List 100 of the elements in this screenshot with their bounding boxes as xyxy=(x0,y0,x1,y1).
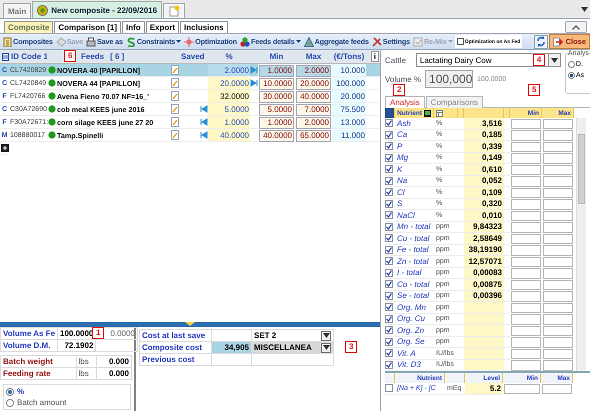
max-field[interactable] xyxy=(543,153,573,164)
tab[interactable]: Info xyxy=(122,21,145,33)
min-field[interactable] xyxy=(511,130,541,140)
min-field[interactable] xyxy=(511,302,541,313)
checkbox[interactable] xyxy=(385,303,393,312)
min-field[interactable] xyxy=(511,291,541,302)
checkbox[interactable] xyxy=(385,268,393,277)
checkbox[interactable] xyxy=(385,222,393,231)
min-field[interactable] xyxy=(511,245,541,256)
max-field[interactable] xyxy=(543,118,573,129)
checkbox[interactable] xyxy=(385,188,393,196)
tab[interactable]: New composite - 22/09/2016 xyxy=(32,1,162,18)
max-field[interactable]: 2.0000 xyxy=(296,64,331,76)
min-field[interactable]: 40.0000 xyxy=(259,130,294,142)
edit-icon[interactable] xyxy=(171,130,179,140)
max-field[interactable] xyxy=(543,326,573,336)
min-field[interactable] xyxy=(511,164,541,175)
new-tab-button[interactable] xyxy=(163,3,186,18)
checkbox[interactable] xyxy=(385,292,393,300)
max-field[interactable] xyxy=(543,210,573,221)
checkbox[interactable] xyxy=(385,360,393,369)
max-field[interactable]: 2.0000 xyxy=(296,116,331,128)
edit-icon[interactable] xyxy=(171,78,179,88)
checkbox[interactable] xyxy=(385,246,393,254)
max-field[interactable]: 65.0000 xyxy=(296,130,331,142)
edit-icon[interactable] xyxy=(171,91,179,101)
max-field[interactable] xyxy=(543,337,573,348)
checkbox[interactable] xyxy=(385,314,393,323)
checkbox[interactable] xyxy=(385,119,393,128)
checkbox[interactable] xyxy=(385,338,393,346)
min-field[interactable] xyxy=(511,234,541,244)
min-field[interactable] xyxy=(511,222,541,232)
checkbox[interactable] xyxy=(385,154,393,162)
checkbox[interactable] xyxy=(385,142,393,150)
volume-field[interactable]: 100,000 xyxy=(425,70,474,88)
checkbox[interactable] xyxy=(385,176,393,185)
min-field[interactable] xyxy=(511,256,541,267)
min-field[interactable] xyxy=(511,326,541,336)
image-icon[interactable] xyxy=(424,110,431,116)
animal-dropdown[interactable]: Lactating Dairy Cow 4 xyxy=(416,53,561,67)
min-field[interactable]: 30.0000 xyxy=(259,90,294,102)
max-field[interactable] xyxy=(543,130,573,140)
tab[interactable]: Analysis xyxy=(385,96,425,108)
max-field[interactable] xyxy=(543,268,573,278)
max-field[interactable]: 20.0000 xyxy=(296,78,331,90)
max-field[interactable]: 7.0000 xyxy=(296,104,331,116)
checkbox[interactable] xyxy=(385,165,393,174)
max-field[interactable] xyxy=(543,188,573,198)
min-field[interactable] xyxy=(511,142,541,152)
edit-icon[interactable] xyxy=(171,104,179,114)
tab[interactable]: Composite xyxy=(4,21,54,33)
checkbox[interactable] xyxy=(385,257,393,266)
checkbox[interactable] xyxy=(385,280,393,288)
checkbox[interactable] xyxy=(385,200,393,208)
tab[interactable]: Main xyxy=(3,3,32,18)
checkbox[interactable] xyxy=(385,130,393,139)
min-field[interactable]: 10.0000 xyxy=(259,78,294,90)
max-field[interactable] xyxy=(543,142,573,152)
min-field[interactable] xyxy=(511,337,541,348)
max-field[interactable] xyxy=(543,291,573,302)
min-field[interactable] xyxy=(511,176,541,186)
max-field[interactable] xyxy=(543,314,573,324)
min-field[interactable] xyxy=(511,199,541,210)
min-field[interactable] xyxy=(511,314,541,324)
max-field[interactable] xyxy=(543,164,573,175)
refresh-button[interactable] xyxy=(534,34,548,48)
max-field[interactable] xyxy=(543,280,573,290)
checkbox[interactable] xyxy=(385,234,393,242)
min-field[interactable] xyxy=(511,268,541,278)
tab[interactable]: Inclusions xyxy=(180,21,228,33)
min-field[interactable] xyxy=(511,348,541,359)
max-field[interactable] xyxy=(543,245,573,256)
edit-icon[interactable] xyxy=(171,117,179,127)
layout-icon[interactable] xyxy=(436,110,443,116)
checkbox[interactable] xyxy=(385,326,393,334)
tab[interactable]: Comparison [1] xyxy=(54,21,122,33)
max-field[interactable] xyxy=(543,256,573,267)
tab[interactable]: Export xyxy=(146,21,180,33)
radio-option[interactable]: % xyxy=(6,387,128,396)
max-field[interactable] xyxy=(543,348,573,359)
checkbox[interactable] xyxy=(385,349,393,358)
checkbox[interactable] xyxy=(385,384,393,392)
scroll-up-button[interactable] xyxy=(565,21,587,33)
max-field[interactable] xyxy=(543,234,573,244)
max-field[interactable] xyxy=(543,360,573,370)
min-field[interactable] xyxy=(511,153,541,164)
min-field[interactable] xyxy=(511,188,541,198)
min-field[interactable] xyxy=(511,210,541,221)
min-field[interactable]: 1.0000 xyxy=(259,64,294,76)
max-field[interactable] xyxy=(543,199,573,210)
info-button[interactable]: i xyxy=(370,51,379,62)
radio-option[interactable]: Batch amount xyxy=(6,398,128,407)
min-field[interactable]: 5.0000 xyxy=(259,104,294,116)
max-field[interactable] xyxy=(543,222,573,232)
max-field[interactable] xyxy=(543,302,573,313)
min-field[interactable] xyxy=(511,360,541,370)
min-field[interactable] xyxy=(511,118,541,129)
edit-icon[interactable] xyxy=(171,65,179,75)
min-field[interactable] xyxy=(511,280,541,290)
min-field[interactable]: 1.0000 xyxy=(259,116,294,128)
